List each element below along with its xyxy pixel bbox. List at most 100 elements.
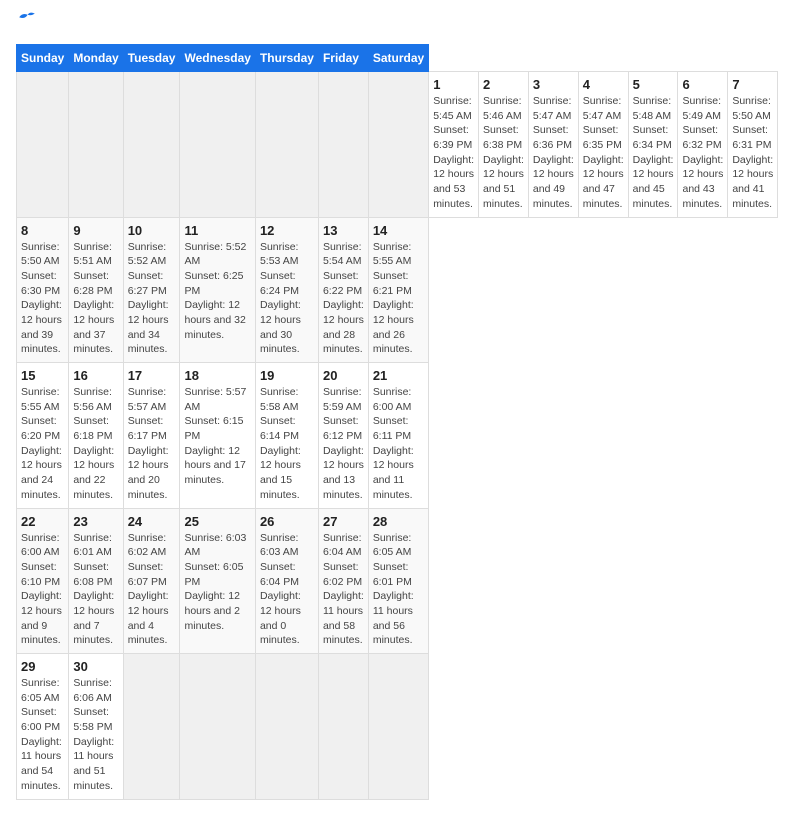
- weekday-header-tuesday: Tuesday: [123, 45, 180, 72]
- calendar-cell: 24 Sunrise: 6:02 AMSunset: 6:07 PMDayligh…: [123, 508, 180, 654]
- calendar-cell: [180, 654, 255, 800]
- day-number: 15: [21, 368, 64, 383]
- day-detail: Sunrise: 6:05 AMSunset: 6:00 PMDaylight:…: [21, 676, 64, 794]
- day-detail: Sunrise: 5:50 AMSunset: 6:30 PMDaylight:…: [21, 240, 64, 358]
- calendar-cell: [255, 72, 318, 218]
- day-number: 29: [21, 659, 64, 674]
- calendar-cell: 21 Sunrise: 6:00 AMSunset: 6:11 PMDayligh…: [368, 363, 428, 509]
- day-detail: Sunrise: 6:05 AMSunset: 6:01 PMDaylight:…: [373, 531, 424, 649]
- calendar-cell: 22 Sunrise: 6:00 AMSunset: 6:10 PMDayligh…: [17, 508, 69, 654]
- calendar-cell: 28 Sunrise: 6:05 AMSunset: 6:01 PMDayligh…: [368, 508, 428, 654]
- day-number: 8: [21, 223, 64, 238]
- calendar-cell: 30 Sunrise: 6:06 AMSunset: 5:58 PMDayligh…: [69, 654, 123, 800]
- calendar-week-2: 8 Sunrise: 5:50 AMSunset: 6:30 PMDaylight…: [17, 217, 778, 363]
- calendar-cell: 19Sunrise: 5:58 AMSunset: 6:14 PMDayligh…: [255, 363, 318, 509]
- calendar-cell: 27 Sunrise: 6:04 AMSunset: 6:02 PMDayligh…: [318, 508, 368, 654]
- calendar-cell: 7 Sunrise: 5:50 AMSunset: 6:31 PMDaylight…: [728, 72, 778, 218]
- calendar-cell: [318, 654, 368, 800]
- calendar-table: SundayMondayTuesdayWednesdayThursdayFrid…: [16, 44, 778, 800]
- calendar-cell: 15 Sunrise: 5:55 AMSunset: 6:20 PMDayligh…: [17, 363, 69, 509]
- day-number: 21: [373, 368, 424, 383]
- calendar-cell: 14 Sunrise: 5:55 AMSunset: 6:21 PMDayligh…: [368, 217, 428, 363]
- calendar-cell: 5 Sunrise: 5:48 AMSunset: 6:34 PMDaylight…: [628, 72, 678, 218]
- page-header: [16, 16, 776, 34]
- day-number: 7: [732, 77, 773, 92]
- logo-bird-icon: [18, 9, 36, 23]
- day-number: 18: [184, 368, 250, 383]
- day-number: 6: [682, 77, 723, 92]
- calendar-cell: [123, 72, 180, 218]
- calendar-cell: 11Sunrise: 5:52 AMSunset: 6:25 PMDayligh…: [180, 217, 255, 363]
- logo: [16, 16, 36, 34]
- day-number: 3: [533, 77, 574, 92]
- day-detail: Sunrise: 6:03 AMSunset: 6:05 PMDaylight:…: [184, 531, 250, 634]
- calendar-cell: [255, 654, 318, 800]
- day-number: 23: [73, 514, 118, 529]
- calendar-cell: 13Sunrise: 5:54 AMSunset: 6:22 PMDayligh…: [318, 217, 368, 363]
- calendar-cell: [17, 72, 69, 218]
- day-detail: Sunrise: 5:54 AMSunset: 6:22 PMDaylight:…: [323, 240, 364, 358]
- calendar-week-5: 29 Sunrise: 6:05 AMSunset: 6:00 PMDayligh…: [17, 654, 778, 800]
- calendar-cell: 12 Sunrise: 5:53 AMSunset: 6:24 PMDayligh…: [255, 217, 318, 363]
- calendar-cell: [368, 72, 428, 218]
- day-detail: Sunrise: 5:55 AMSunset: 6:20 PMDaylight:…: [21, 385, 64, 503]
- day-detail: Sunrise: 5:52 AMSunset: 6:25 PMDaylight:…: [184, 240, 250, 343]
- day-number: 4: [583, 77, 624, 92]
- calendar-cell: [318, 72, 368, 218]
- day-detail: Sunrise: 5:58 AMSunset: 6:14 PMDaylight:…: [260, 385, 314, 503]
- calendar-cell: 25Sunrise: 6:03 AMSunset: 6:05 PMDayligh…: [180, 508, 255, 654]
- day-number: 24: [128, 514, 176, 529]
- day-number: 1: [433, 77, 474, 92]
- day-detail: Sunrise: 5:56 AMSunset: 6:18 PMDaylight:…: [73, 385, 118, 503]
- day-number: 26: [260, 514, 314, 529]
- day-detail: Sunrise: 5:55 AMSunset: 6:21 PMDaylight:…: [373, 240, 424, 358]
- day-detail: Sunrise: 6:04 AMSunset: 6:02 PMDaylight:…: [323, 531, 364, 649]
- calendar-cell: [69, 72, 123, 218]
- weekday-header-monday: Monday: [69, 45, 123, 72]
- day-detail: Sunrise: 5:57 AMSunset: 6:17 PMDaylight:…: [128, 385, 176, 503]
- day-detail: Sunrise: 6:00 AMSunset: 6:11 PMDaylight:…: [373, 385, 424, 503]
- calendar-cell: 26Sunrise: 6:03 AMSunset: 6:04 PMDayligh…: [255, 508, 318, 654]
- calendar-cell: 10Sunrise: 5:52 AMSunset: 6:27 PMDayligh…: [123, 217, 180, 363]
- weekday-header-saturday: Saturday: [368, 45, 428, 72]
- calendar-cell: 6 Sunrise: 5:49 AMSunset: 6:32 PMDaylight…: [678, 72, 728, 218]
- day-detail: Sunrise: 5:53 AMSunset: 6:24 PMDaylight:…: [260, 240, 314, 358]
- day-detail: Sunrise: 6:00 AMSunset: 6:10 PMDaylight:…: [21, 531, 64, 649]
- day-detail: Sunrise: 5:48 AMSunset: 6:34 PMDaylight:…: [633, 94, 674, 212]
- calendar-cell: 3 Sunrise: 5:47 AMSunset: 6:36 PMDaylight…: [528, 72, 578, 218]
- day-number: 17: [128, 368, 176, 383]
- day-detail: Sunrise: 5:47 AMSunset: 6:35 PMDaylight:…: [583, 94, 624, 212]
- day-detail: Sunrise: 6:06 AMSunset: 5:58 PMDaylight:…: [73, 676, 118, 794]
- calendar-week-1: 1Sunrise: 5:45 AMSunset: 6:39 PMDaylight…: [17, 72, 778, 218]
- day-number: 16: [73, 368, 118, 383]
- calendar-cell: [123, 654, 180, 800]
- day-detail: Sunrise: 5:47 AMSunset: 6:36 PMDaylight:…: [533, 94, 574, 212]
- calendar-cell: 2Sunrise: 5:46 AMSunset: 6:38 PMDaylight…: [479, 72, 529, 218]
- day-number: 5: [633, 77, 674, 92]
- calendar-cell: 8 Sunrise: 5:50 AMSunset: 6:30 PMDaylight…: [17, 217, 69, 363]
- day-detail: Sunrise: 5:57 AMSunset: 6:15 PMDaylight:…: [184, 385, 250, 488]
- calendar-cell: 23Sunrise: 6:01 AMSunset: 6:08 PMDayligh…: [69, 508, 123, 654]
- day-number: 28: [373, 514, 424, 529]
- day-number: 14: [373, 223, 424, 238]
- day-detail: Sunrise: 5:49 AMSunset: 6:32 PMDaylight:…: [682, 94, 723, 212]
- day-number: 9: [73, 223, 118, 238]
- calendar-cell: 20 Sunrise: 5:59 AMSunset: 6:12 PMDayligh…: [318, 363, 368, 509]
- day-detail: Sunrise: 5:59 AMSunset: 6:12 PMDaylight:…: [323, 385, 364, 503]
- day-detail: Sunrise: 6:02 AMSunset: 6:07 PMDaylight:…: [128, 531, 176, 649]
- day-number: 22: [21, 514, 64, 529]
- day-number: 30: [73, 659, 118, 674]
- calendar-cell: 29 Sunrise: 6:05 AMSunset: 6:00 PMDayligh…: [17, 654, 69, 800]
- day-number: 12: [260, 223, 314, 238]
- calendar-cell: 1Sunrise: 5:45 AMSunset: 6:39 PMDaylight…: [429, 72, 479, 218]
- day-number: 20: [323, 368, 364, 383]
- calendar-cell: [368, 654, 428, 800]
- calendar-cell: 16 Sunrise: 5:56 AMSunset: 6:18 PMDayligh…: [69, 363, 123, 509]
- day-number: 2: [483, 77, 524, 92]
- day-detail: Sunrise: 5:50 AMSunset: 6:31 PMDaylight:…: [732, 94, 773, 212]
- day-number: 27: [323, 514, 364, 529]
- weekday-header-wednesday: Wednesday: [180, 45, 255, 72]
- weekday-header-friday: Friday: [318, 45, 368, 72]
- day-number: 10: [128, 223, 176, 238]
- weekday-header-sunday: Sunday: [17, 45, 69, 72]
